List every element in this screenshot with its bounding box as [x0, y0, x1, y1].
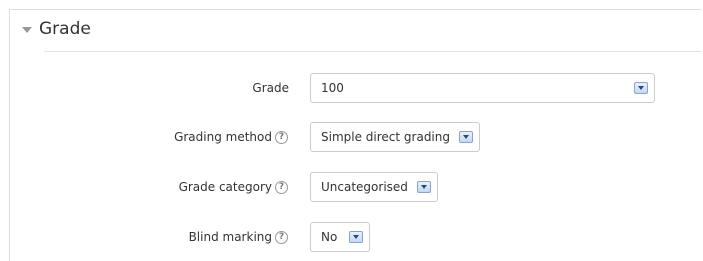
help-icon[interactable]: ? — [275, 230, 288, 244]
help-icon[interactable]: ? — [275, 180, 288, 194]
grade-label: Grade — [252, 73, 289, 103]
grading-method-select[interactable]: Simple direct grading — [310, 122, 480, 152]
grading-method-row: Grading method ? Simple direct grading — [0, 122, 703, 152]
grade-select[interactable]: 100 — [310, 73, 655, 103]
section-title[interactable]: Grade — [39, 19, 91, 39]
chevron-down-icon[interactable] — [459, 131, 473, 143]
grade-row: Grade 100 — [0, 73, 703, 103]
help-icon[interactable]: ? — [275, 130, 288, 144]
blind-marking-row: Blind marking ? No — [0, 222, 703, 252]
grade-label-text: Grade — [252, 81, 289, 95]
chevron-down-icon[interactable] — [349, 231, 363, 243]
grade-value: 100 — [321, 81, 344, 95]
grading-method-value: Simple direct grading — [321, 130, 450, 144]
grade-category-value: Uncategorised — [321, 180, 408, 194]
triangle-down-icon[interactable] — [22, 27, 32, 33]
blind-marking-label: Blind marking ? — [189, 222, 288, 252]
grade-category-label-text: Grade category — [178, 180, 272, 194]
grading-method-label: Grading method ? — [174, 122, 288, 152]
grade-category-select[interactable]: Uncategorised — [310, 172, 438, 202]
chevron-down-icon[interactable] — [417, 181, 431, 193]
section-header[interactable]: Grade — [22, 19, 91, 39]
blind-marking-label-text: Blind marking — [188, 230, 272, 244]
grade-category-row: Grade category ? Uncategorised — [0, 172, 703, 202]
grade-category-label: Grade category ? — [179, 172, 288, 202]
blind-marking-select[interactable]: No — [310, 222, 370, 252]
blind-marking-value: No — [321, 230, 338, 244]
chevron-down-icon[interactable] — [634, 82, 648, 94]
grading-method-label-text: Grading method — [174, 130, 272, 144]
section-divider — [44, 51, 701, 52]
